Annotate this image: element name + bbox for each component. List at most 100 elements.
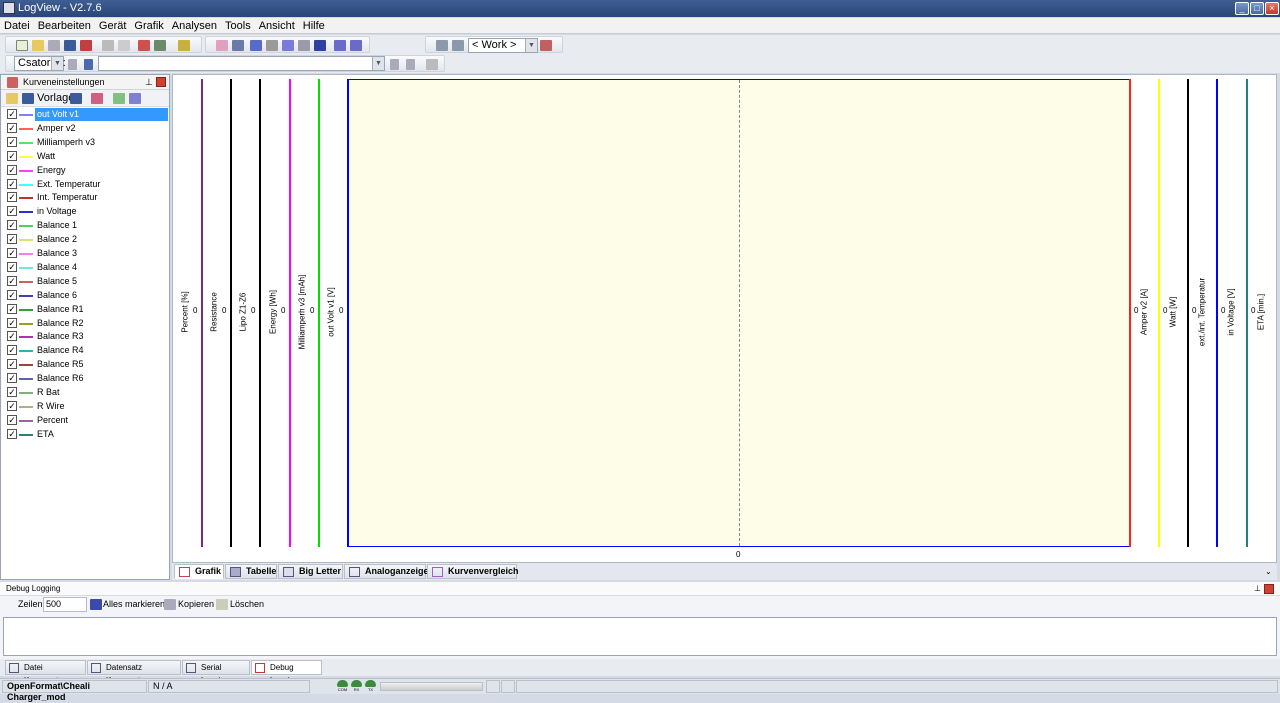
curve-checkbox[interactable]: ✓ xyxy=(7,373,17,384)
save-template-icon[interactable] xyxy=(70,93,82,104)
tab-big-letter[interactable]: Big Letter xyxy=(278,564,343,579)
prev-record-icon[interactable] xyxy=(390,59,399,70)
debug-log-output[interactable] xyxy=(3,617,1277,656)
close-panel-icon[interactable] xyxy=(1264,584,1274,594)
chevron-down-icon[interactable]: ▼ xyxy=(525,39,537,52)
curve-item[interactable]: ✓ Balance R2 xyxy=(5,317,168,330)
save-template-icon[interactable] xyxy=(452,40,464,51)
pin-icon[interactable]: ⊥ xyxy=(1254,582,1261,596)
grid-icon[interactable] xyxy=(91,93,103,104)
zoom-out-icon[interactable] xyxy=(350,40,362,51)
trash-icon[interactable] xyxy=(216,599,228,610)
curve-checkbox[interactable]: ✓ xyxy=(7,275,17,286)
plot-area[interactable] xyxy=(347,79,1130,547)
timer-icon[interactable] xyxy=(282,40,294,51)
tab-kurvenvergleich[interactable]: Kurvenvergleich xyxy=(427,564,519,579)
settings-icon[interactable] xyxy=(118,40,130,51)
curve-item[interactable]: ✓ R Bat xyxy=(5,386,168,399)
scale-icon[interactable] xyxy=(298,40,310,51)
save-icon[interactable] xyxy=(48,40,60,51)
table-icon[interactable] xyxy=(266,40,278,51)
curve-checkbox[interactable]: ✓ xyxy=(7,178,17,189)
curve-checkbox[interactable]: ✓ xyxy=(7,261,17,272)
curve-item[interactable]: ✓ Int. Temperatur xyxy=(5,191,168,204)
tab-grafik[interactable]: Grafik xyxy=(174,564,224,579)
prev-channel-icon[interactable] xyxy=(68,59,77,70)
curve-item[interactable]: ✓ ETA xyxy=(5,428,168,441)
curve-item[interactable]: ✓ Percent xyxy=(5,414,168,427)
curve-checkbox[interactable]: ✓ xyxy=(7,192,17,203)
lines-spinner[interactable]: 500 xyxy=(43,597,87,612)
curve-checkbox[interactable]: ✓ xyxy=(7,220,17,231)
next-channel-icon[interactable] xyxy=(84,59,93,70)
curve-checkbox[interactable]: ✓ xyxy=(7,289,17,300)
curve-checkbox[interactable]: ✓ xyxy=(7,248,17,258)
curve-checkbox[interactable]: ✓ xyxy=(7,428,17,439)
curve-cut-icon[interactable] xyxy=(216,40,228,51)
curve-item[interactable]: ✓ Balance 2 xyxy=(5,233,168,246)
curve-checkbox[interactable]: ✓ xyxy=(7,109,17,119)
curve-checkbox[interactable]: ✓ xyxy=(7,122,17,133)
chevron-down-icon[interactable]: ▼ xyxy=(372,57,384,70)
menu-analysen[interactable]: Analysen xyxy=(168,18,221,34)
tab-datei-kommentar[interactable]: Datei Kommentar xyxy=(5,660,86,685)
curve-checkbox[interactable]: ✓ xyxy=(7,150,17,161)
delete-template-icon[interactable] xyxy=(540,40,552,51)
close-panel-icon[interactable] xyxy=(156,77,166,87)
bar-chart-icon[interactable] xyxy=(314,40,326,51)
copy-button[interactable]: Kopieren xyxy=(178,596,214,613)
open-folder-icon[interactable] xyxy=(32,40,44,51)
curve-checkbox[interactable]: ✓ xyxy=(7,331,17,342)
export-icon[interactable] xyxy=(80,40,92,51)
curve-item[interactable]: ✓ Ext. Temperatur xyxy=(5,178,168,191)
curve-item[interactable]: ✓ Balance 3 xyxy=(5,247,168,260)
menu-geraet[interactable]: Gerät xyxy=(95,18,131,34)
curve-item[interactable]: ✓ out Volt v1 xyxy=(5,108,168,121)
chevron-down-icon[interactable]: ▼ xyxy=(51,57,63,70)
delete-record-icon[interactable] xyxy=(426,59,438,70)
curve-item[interactable]: ✓ Balance 4 xyxy=(5,261,168,274)
record-select[interactable]: ▼ xyxy=(98,56,385,71)
curve-checkbox[interactable]: ✓ xyxy=(7,206,17,217)
zoom-in-icon[interactable] xyxy=(334,40,346,51)
pin-icon[interactable]: ⊥ xyxy=(145,75,153,90)
curve-checkbox[interactable]: ✓ xyxy=(7,400,17,411)
curve-item[interactable]: ✓ Watt xyxy=(5,150,168,163)
curve-checkbox[interactable]: ✓ xyxy=(7,414,17,425)
record-icon[interactable] xyxy=(138,40,150,51)
curve-item[interactable]: ✓ Amper v2 xyxy=(5,122,168,135)
menu-grafik[interactable]: Grafik xyxy=(130,18,167,34)
tab-analoganzeige[interactable]: Analoganzeige xyxy=(344,564,429,579)
menu-bearbeiten[interactable]: Bearbeiten xyxy=(34,18,95,34)
curve-item[interactable]: ✓ R Wire xyxy=(5,400,168,413)
curve-checkbox[interactable]: ✓ xyxy=(7,136,17,147)
curve-checkbox[interactable]: ✓ xyxy=(7,345,17,356)
save-as-icon[interactable] xyxy=(64,40,76,51)
tab-tabelle[interactable]: Tabelle xyxy=(225,564,277,579)
save-icon[interactable] xyxy=(22,93,34,104)
maximize-button[interactable]: □ xyxy=(1250,2,1264,15)
curve-item[interactable]: ✓ Energy xyxy=(5,164,168,177)
clear-button[interactable]: Löschen xyxy=(230,596,264,613)
curve-checkbox[interactable]: ✓ xyxy=(7,234,17,245)
curve-item[interactable]: ✓ Balance R1 xyxy=(5,303,168,316)
menu-tools[interactable]: Tools xyxy=(221,18,255,34)
select-all-icon[interactable] xyxy=(90,599,102,610)
new-file-icon[interactable] xyxy=(16,40,28,51)
curve-item[interactable]: ✓ Balance R4 xyxy=(5,344,168,357)
menu-hilfe[interactable]: Hilfe xyxy=(299,18,329,34)
curve-select-icon[interactable] xyxy=(113,93,125,104)
record-list-icon[interactable] xyxy=(154,40,166,51)
curve-item[interactable]: ✓ in Voltage xyxy=(5,205,168,218)
curve-item[interactable]: ✓ Balance R5 xyxy=(5,358,168,371)
tab-datensatz-kommentar[interactable]: Datensatz Kommentar xyxy=(87,660,181,685)
close-button[interactable]: × xyxy=(1265,2,1279,15)
minimize-button[interactable]: _ xyxy=(1235,2,1249,15)
device-icon[interactable] xyxy=(178,40,190,51)
tab-overflow-chevron-icon[interactable]: ⌄ xyxy=(1265,567,1272,576)
curve-item[interactable]: ✓ Balance 5 xyxy=(5,275,168,288)
template-select[interactable]: < Work > ▼ xyxy=(468,38,538,53)
curve-item[interactable]: ✓ Balance R6 xyxy=(5,372,168,385)
curve-checkbox[interactable]: ✓ xyxy=(7,164,17,175)
channel-select[interactable]: Csatorna: ▼ xyxy=(14,56,66,71)
